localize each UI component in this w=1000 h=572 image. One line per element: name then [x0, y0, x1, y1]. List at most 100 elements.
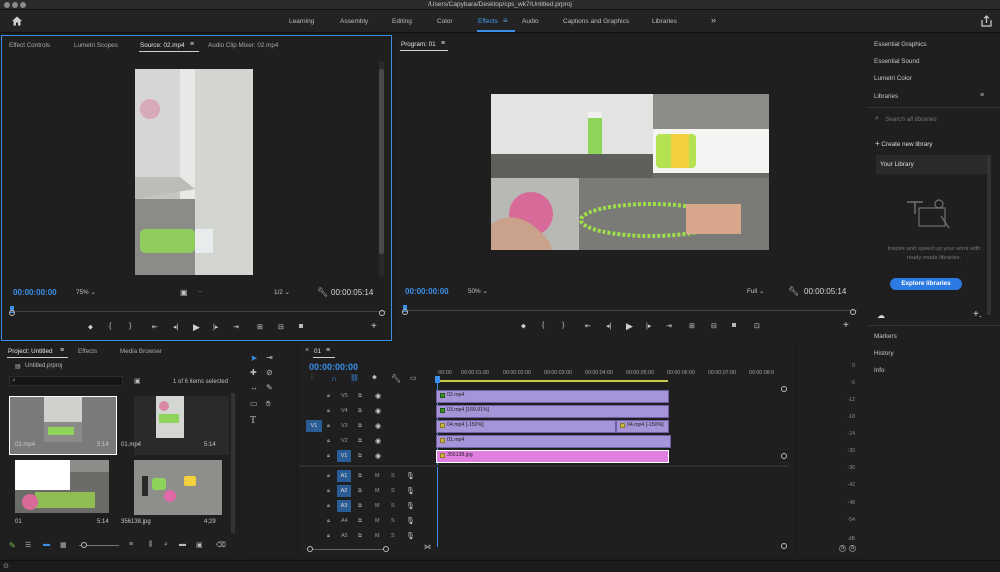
create-library-link[interactable]: + Create new library [875, 139, 933, 148]
comparison-view-icon[interactable]: ⊡ [754, 322, 760, 330]
step-forward-icon[interactable]: |▸ [646, 322, 651, 330]
close-tab-icon[interactable]: × [305, 347, 309, 354]
timeline-playhead[interactable] [435, 376, 440, 383]
program-title[interactable]: Program: 01 [401, 41, 436, 48]
your-library-item[interactable]: Your Library [876, 155, 989, 174]
camera-icon[interactable]: ◙ [732, 322, 736, 329]
add-icon[interactable]: + [843, 320, 849, 331]
sync-lock-icon[interactable]: ⧉ [358, 408, 362, 415]
add-marker-icon[interactable]: ⬥ [372, 374, 377, 382]
sync-lock-icon[interactable]: ⧉ [358, 503, 362, 510]
libraries-menu-icon[interactable]: ≡ [980, 92, 984, 99]
clip-v4[interactable]: 03.mp4 [169.91%] [436, 405, 669, 418]
more-workspaces-icon[interactable]: » [711, 15, 716, 25]
clip-v3[interactable]: 04.mp4 [-150%] [436, 420, 616, 433]
tab-source[interactable]: Source: 02.mp4 [140, 42, 184, 49]
pen-icon[interactable]: ✎ [266, 383, 273, 392]
panel-essential-graphics[interactable]: Essential Graphics [867, 41, 999, 48]
vertical-zoom-handle[interactable] [781, 453, 787, 459]
new-bin-icon[interactable]: ▬ [179, 541, 186, 548]
program-resolution-dropdown[interactable]: Full ⌄ [747, 288, 764, 295]
track-label[interactable]: A3 [337, 500, 351, 512]
clip-v1[interactable]: 356138.jpg [436, 450, 669, 463]
eye-icon[interactable]: ◉ [375, 407, 381, 415]
panel-lumetri-color[interactable]: Lumetri Color [867, 75, 999, 82]
timeline-timecode[interactable]: 00:00:00:00 [309, 362, 358, 372]
mark-in-icon[interactable]: { [109, 323, 111, 330]
cloud-icon[interactable]: ☁︎ [877, 311, 885, 320]
mute-button[interactable]: M [375, 473, 380, 479]
add-library-icon[interactable]: +. [973, 309, 982, 320]
selection-tool-icon[interactable]: ➤ [250, 353, 258, 364]
lock-icon[interactable]: 🔒︎ [327, 453, 330, 460]
workspace-effects[interactable]: Effects [478, 18, 498, 25]
program-zoom-dropdown[interactable]: 50% ⌄ [468, 288, 488, 295]
solo-button[interactable]: S [391, 533, 395, 539]
sync-lock-icon[interactable]: ⧉ [358, 393, 362, 400]
go-to-out-icon[interactable]: ⇥ [666, 322, 672, 330]
add-marker-icon[interactable]: ⬥ [521, 323, 526, 331]
explore-libraries-button[interactable]: Explore libraries [890, 278, 962, 290]
wrench-icon[interactable]: 🔧︎ [788, 286, 799, 297]
tab-menu-icon[interactable]: ≡ [326, 347, 330, 354]
extract-icon[interactable]: ⊟ [711, 322, 717, 330]
lock-icon[interactable]: 🔒︎ [327, 408, 330, 415]
track-header-v5[interactable]: 🔒︎ V5 ⧉ ◉ [299, 389, 436, 403]
work-area-bar[interactable] [436, 380, 668, 382]
tab-menu-icon[interactable]: ≡ [441, 40, 445, 47]
horizontal-scrollbar[interactable] [313, 549, 383, 550]
track-header-a2[interactable]: 🔒︎ A2 ⧉ M S 🎙︎ [299, 484, 436, 498]
ripple-edit-icon[interactable]: ✚ [250, 368, 257, 377]
automate-to-sequence-icon[interactable]: ⫼ [149, 541, 152, 549]
step-back-icon[interactable]: ◂| [173, 323, 178, 331]
workspace-captions[interactable]: Captions and Graphics [563, 18, 629, 25]
project-scrollbar[interactable] [231, 393, 235, 533]
sync-lock-icon[interactable]: ⧉ [358, 488, 362, 495]
track-header-a5[interactable]: 🔒︎ A5 ⧉ M S 🎙︎ [299, 529, 436, 543]
mark-out-icon[interactable]: } [129, 323, 131, 330]
lock-icon[interactable]: 🔒︎ [327, 438, 330, 445]
track-header-v1[interactable]: 🔒︎ V1 ⧉ ◉ [299, 449, 436, 463]
linked-selection-icon[interactable]: ⛓︎ [350, 374, 359, 382]
razor-icon[interactable]: ⊘ [266, 368, 273, 377]
wrench-icon[interactable]: 🔧︎ [391, 374, 401, 383]
workspace-audio[interactable]: Audio [522, 18, 539, 25]
add-icon[interactable]: + [371, 321, 377, 332]
mute-button[interactable]: M [375, 488, 380, 494]
share-icon[interactable] [981, 15, 992, 27]
track-header-v4[interactable]: 🔒︎ V4 ⧉ ◉ [299, 404, 436, 418]
go-to-in-icon[interactable]: ⇤ [152, 323, 158, 331]
program-timecode[interactable]: 00:00:00:00 [405, 287, 449, 296]
new-item-icon[interactable]: ▣ [196, 541, 203, 549]
libraries-scrollbar[interactable] [987, 155, 991, 315]
mark-out-icon[interactable]: } [562, 322, 564, 329]
mute-button[interactable]: M [375, 503, 380, 509]
track-header-a3[interactable]: 🔒︎ A3 ⧉ M S 🎙︎ [299, 499, 436, 513]
track-header-a4[interactable]: 🔒︎ A4 ⧉ M S 🎙︎ [299, 514, 436, 528]
snap-icon[interactable]: ∩ [331, 374, 337, 383]
library-search-input[interactable] [885, 114, 985, 125]
clear-icon[interactable]: ⌫ [216, 541, 226, 549]
home-icon[interactable] [11, 15, 23, 27]
workspace-editing[interactable]: Editing [392, 18, 412, 25]
eye-icon[interactable]: ◉ [375, 392, 381, 400]
sync-lock-icon[interactable]: ⧉ [358, 453, 362, 460]
wrench-icon[interactable]: 🔧︎ [317, 287, 328, 298]
tab-menu-icon[interactable]: ≡ [190, 41, 194, 48]
track-select-icon[interactable]: ⇥ [266, 353, 273, 362]
track-label[interactable]: V1 [337, 450, 351, 462]
lock-icon[interactable]: 🔒︎ [327, 503, 330, 510]
thumbnail-sequence-01[interactable] [9, 458, 117, 520]
source-patch-v1[interactable]: V1 [306, 420, 322, 432]
solo-button[interactable]: S [391, 518, 395, 524]
tab-timeline[interactable]: 01 [314, 348, 321, 355]
tab-effects[interactable]: Effects [78, 348, 97, 355]
project-search-input[interactable]: ⌕ [9, 376, 123, 386]
hand-icon[interactable]: ✋︎ [266, 399, 271, 409]
list-view-icon[interactable]: ☰ [25, 541, 31, 549]
program-time-ruler[interactable] [401, 305, 861, 313]
timeline-ruler[interactable]: :00:00 00:00:01:00 00:00:02:00 00:00:03:… [436, 365, 781, 383]
solo-button[interactable]: S [391, 488, 395, 494]
vertical-zoom-handle[interactable] [781, 543, 787, 549]
workspace-learning[interactable]: Learning [289, 18, 314, 25]
